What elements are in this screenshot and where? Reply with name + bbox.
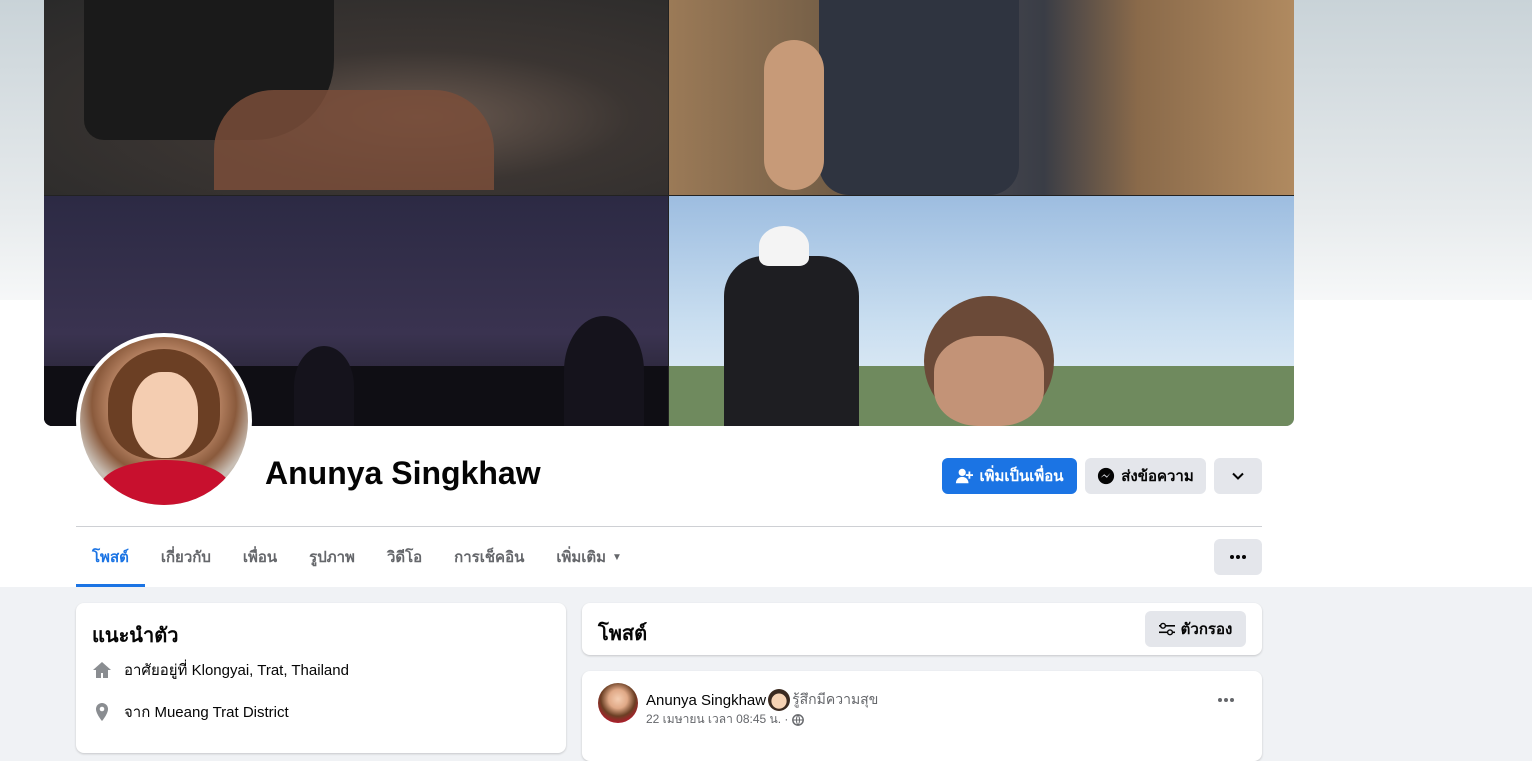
profile-tabs: โพสต์ เกี่ยวกับ เพื่อน รูปภาพ วิดีโอ การ… <box>76 527 638 587</box>
person-plus-icon <box>955 467 974 485</box>
filter-label: ตัวกรอง <box>1180 621 1233 638</box>
message-label: ส่งข้อความ <box>1121 468 1194 485</box>
post-author-avatar[interactable] <box>598 683 638 723</box>
message-button[interactable]: ส่งข้อความ <box>1085 458 1206 494</box>
more-horizontal-icon <box>1218 698 1234 702</box>
post-meta: 22 เมษายน เวลา 08:45 น. · <box>646 710 805 729</box>
feeling-emoji-icon <box>768 689 791 711</box>
cover-tile-4 <box>669 196 1294 426</box>
tab-checkins[interactable]: การเช็คอิน <box>438 527 540 587</box>
post-feeling: รู้สึกมีความสุข <box>792 691 879 707</box>
intro-from-link[interactable]: Mueang Trat District <box>154 704 288 721</box>
intro-lives-in-link[interactable]: Klongyai, Trat, Thailand <box>192 662 349 679</box>
cover-tile-1 <box>44 0 668 195</box>
add-friend-button[interactable]: เพิ่มเป็นเพื่อน <box>942 458 1077 494</box>
post-card: Anunya Singkhaw รู้สึกมีความสุข 22 เมษาย… <box>582 671 1262 761</box>
intro-from: จาก Mueang Trat District <box>92 700 289 724</box>
profile-avatar[interactable] <box>80 337 248 505</box>
tab-videos[interactable]: วิดีโอ <box>371 527 438 587</box>
tab-more[interactable]: เพิ่มเติม ▼ <box>540 527 638 587</box>
tab-photos[interactable]: รูปภาพ <box>293 527 371 587</box>
more-horizontal-icon <box>1230 555 1246 559</box>
globe-icon <box>792 713 805 726</box>
profile-name: Anunya Singkhaw <box>265 455 541 491</box>
tab-friends[interactable]: เพื่อน <box>227 527 293 587</box>
profile-options-dropdown[interactable] <box>1214 458 1262 494</box>
messenger-icon <box>1097 467 1115 485</box>
post-timestamp[interactable]: 22 เมษายน เวลา 08:45 น. · <box>646 710 788 729</box>
cover-tile-2 <box>669 0 1294 195</box>
cover-photo[interactable] <box>44 0 1294 426</box>
posts-header-card: โพสต์ ตัวกรอง <box>582 603 1262 655</box>
intro-title: แนะนำตัว <box>92 625 179 647</box>
tab-about[interactable]: เกี่ยวกับ <box>145 527 227 587</box>
post-options-button[interactable] <box>1208 687 1244 713</box>
add-friend-label: เพิ่มเป็นเพื่อน <box>979 468 1064 485</box>
filter-button[interactable]: ตัวกรอง <box>1145 611 1246 647</box>
filter-sliders-icon <box>1158 622 1175 636</box>
caret-down-icon: ▼ <box>612 551 622 563</box>
tabs-more-button[interactable] <box>1214 539 1262 575</box>
intro-lives-in: อาศัยอยู่ที่ Klongyai, Trat, Thailand <box>92 658 349 682</box>
home-icon <box>92 660 112 680</box>
location-pin-icon <box>92 702 112 722</box>
intro-card: แนะนำตัว อาศัยอยู่ที่ Klongyai, Trat, Th… <box>76 603 566 753</box>
tab-posts[interactable]: โพสต์ <box>76 527 145 587</box>
post-author-line: Anunya Singkhaw รู้สึกมีความสุข <box>646 689 878 711</box>
post-author-name[interactable]: Anunya Singkhaw <box>646 692 766 709</box>
chevron-down-icon <box>1231 469 1245 483</box>
posts-title: โพสต์ <box>598 623 648 645</box>
